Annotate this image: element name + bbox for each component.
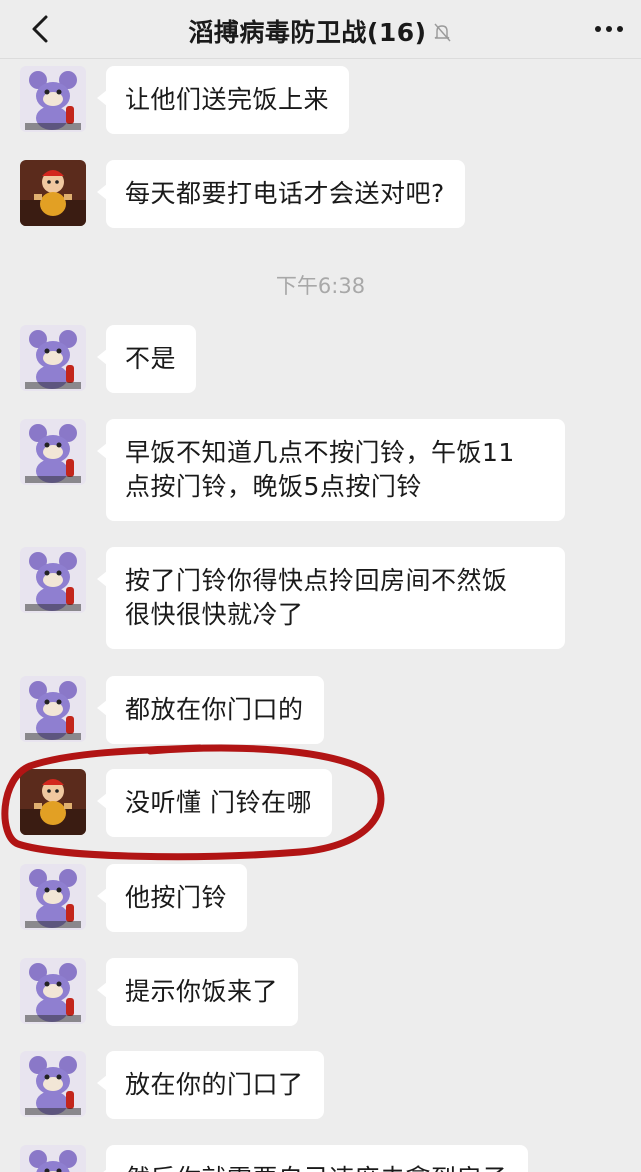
sender-avatar[interactable] (20, 419, 86, 485)
sender-avatar[interactable] (20, 769, 86, 835)
message-row: 每天都要打电话才会送对吧? (20, 160, 465, 228)
sender-avatar[interactable] (20, 676, 86, 742)
message-bubble[interactable]: 都放在你门口的 (97, 676, 324, 744)
sender-avatar[interactable] (20, 1051, 86, 1117)
message-row: 不是 (20, 325, 197, 393)
message-row: 没听懂 门铃在哪 (20, 769, 332, 837)
chat-title: 滔搏病毒防卫战(16) (188, 18, 427, 47)
message-row: 放在你的门口了 (20, 1051, 324, 1119)
sender-avatar[interactable] (20, 864, 86, 930)
message-bubble[interactable]: 他按门铃 (96, 864, 248, 932)
bell-off-icon (434, 23, 451, 42)
message-bubble[interactable]: 每天都要打电话才会送对吧? (97, 160, 465, 228)
message-row: 他按门铃 (20, 864, 248, 932)
message-bubble[interactable]: 然后你就需要自己速度去拿到房子 (97, 1145, 528, 1172)
message-row: 提示你饭来了 (20, 958, 299, 1026)
sender-avatar[interactable] (20, 547, 86, 613)
sender-avatar[interactable] (20, 66, 86, 132)
message-row: 然后你就需要自己速度去拿到房子 (20, 1145, 528, 1172)
message-row: 都放在你门口的 (20, 676, 324, 744)
sender-avatar[interactable] (20, 958, 86, 1024)
message-row: 早饭不知道几点不按门铃，午饭11 点按门铃，晚饭5点按门铃 (20, 419, 565, 521)
message-bubble[interactable]: 按了门铃你得快点拎回房间不然饭 很快很快就冷了 (97, 547, 565, 649)
chat-header: 滔搏病毒防卫战(16) (0, 0, 641, 59)
message-row: 按了门铃你得快点拎回房间不然饭 很快很快就冷了 (20, 547, 565, 649)
message-bubble[interactable]: 不是 (96, 325, 197, 393)
message-bubble[interactable]: 放在你的门口了 (97, 1051, 324, 1119)
sender-avatar[interactable] (20, 325, 86, 391)
timestamp: 下午6:38 (275, 274, 366, 298)
sender-avatar[interactable] (20, 1145, 86, 1172)
more-options-button[interactable] (589, 14, 629, 44)
more-dots-icon (595, 26, 623, 32)
message-row: 让他们送完饭上来 (20, 66, 350, 134)
message-bubble[interactable]: 没听懂 门铃在哪 (97, 769, 332, 837)
chat-area[interactable]: 让他们送完饭上来 每天都要打电话才会送对吧? 下午6:38 不是 早饭不知道几点… (0, 58, 641, 1172)
message-bubble[interactable]: 早饭不知道几点不按门铃，午饭11 点按门铃，晚饭5点按门铃 (97, 419, 565, 521)
message-bubble[interactable]: 提示你饭来了 (96, 958, 299, 1026)
message-bubble[interactable]: 让他们送完饭上来 (96, 66, 350, 134)
chat-title-row: 滔搏病毒防卫战(16) (0, 13, 641, 49)
sender-avatar[interactable] (20, 160, 86, 226)
